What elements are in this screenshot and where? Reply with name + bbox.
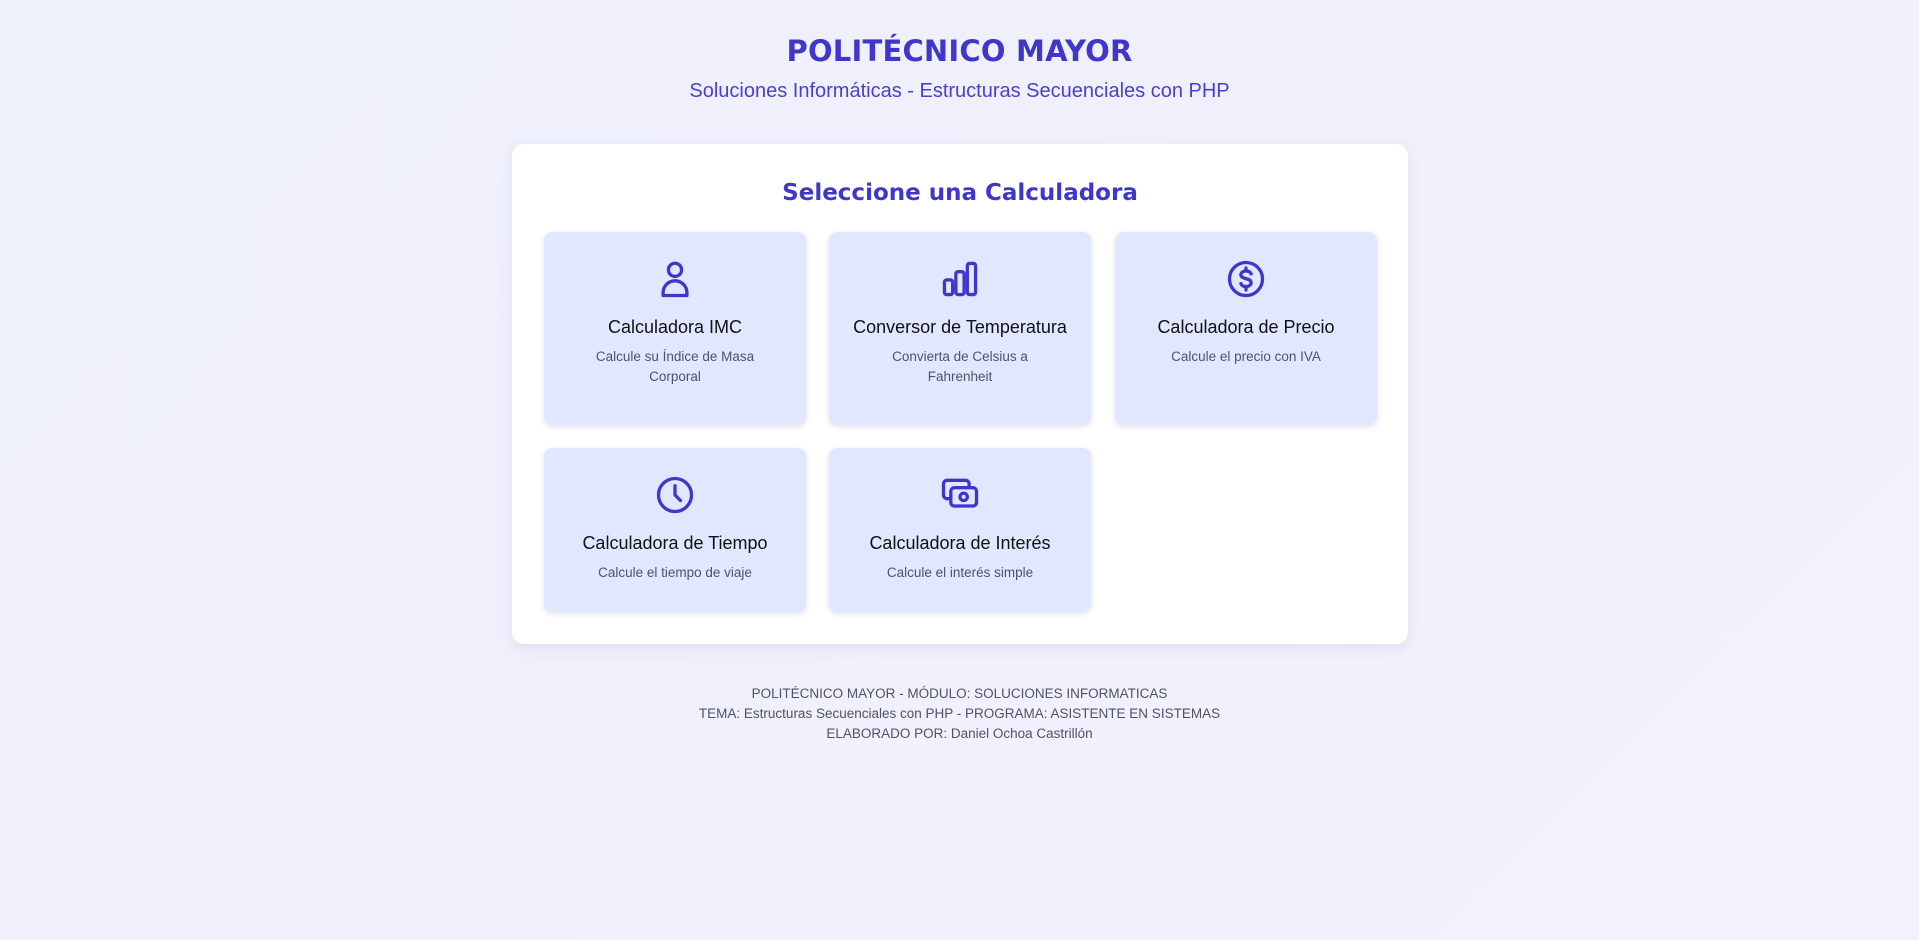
card-description: Calcule el precio con IVA bbox=[1171, 349, 1321, 364]
card-title: Conversor de Temperatura bbox=[853, 317, 1067, 337]
card-calculadora-imc[interactable]: Calculadora IMC Calcule su Índice de Mas… bbox=[544, 232, 806, 425]
bar-chart-icon bbox=[938, 257, 982, 301]
footer-line: TEMA: Estructuras Secuenciales con PHP -… bbox=[698, 706, 1221, 721]
user-icon bbox=[653, 257, 697, 301]
card-description: Convierta de Celsius a Fahrenheit bbox=[892, 349, 1028, 384]
page-header: POLITÉCNICO MAYOR Soluciones Informática… bbox=[0, 30, 1919, 104]
footer-line: POLITÉCNICO MAYOR - MÓDULO: SOLUCIONES I… bbox=[751, 686, 1168, 701]
card-conversor-temperatura[interactable]: Conversor de Temperatura Convierta de Ce… bbox=[829, 232, 1091, 425]
card-calculadora-interes[interactable]: Calculadora de Interés Calcule el interé… bbox=[829, 448, 1091, 612]
card-description: Calcule su Índice de Masa Corporal bbox=[595, 349, 755, 384]
card-title: Calculadora de Interés bbox=[869, 533, 1051, 553]
card-title: Calculadora de Tiempo bbox=[582, 533, 768, 553]
site-subtitle: Soluciones Informáticas - Estructuras Se… bbox=[689, 80, 1230, 102]
page-footer: POLITÉCNICO MAYOR - MÓDULO: SOLUCIONES I… bbox=[0, 684, 1919, 744]
footer-line: ELABORADO POR: Daniel Ochoa Castrillón bbox=[826, 726, 1093, 741]
card-description: Calcule el tiempo de viaje bbox=[598, 565, 752, 580]
clock-icon bbox=[653, 473, 697, 517]
card-description: Calcule el interés simple bbox=[886, 565, 1034, 580]
panel-heading: Seleccione una Calculadora bbox=[782, 180, 1138, 206]
calculator-panel: Seleccione una Calculadora Calculadora I… bbox=[512, 144, 1408, 644]
card-title: Calculadora IMC bbox=[607, 317, 743, 337]
card-title: Calculadora de Precio bbox=[1157, 317, 1335, 337]
card-calculadora-tiempo[interactable]: Calculadora de Tiempo Calcule el tiempo … bbox=[544, 448, 806, 612]
card-calculadora-precio[interactable]: Calculadora de Precio Calcule el precio … bbox=[1115, 232, 1377, 425]
dollar-circle-icon bbox=[1224, 257, 1268, 301]
cash-icon bbox=[938, 473, 982, 517]
site-title: POLITÉCNICO MAYOR bbox=[786, 34, 1133, 68]
